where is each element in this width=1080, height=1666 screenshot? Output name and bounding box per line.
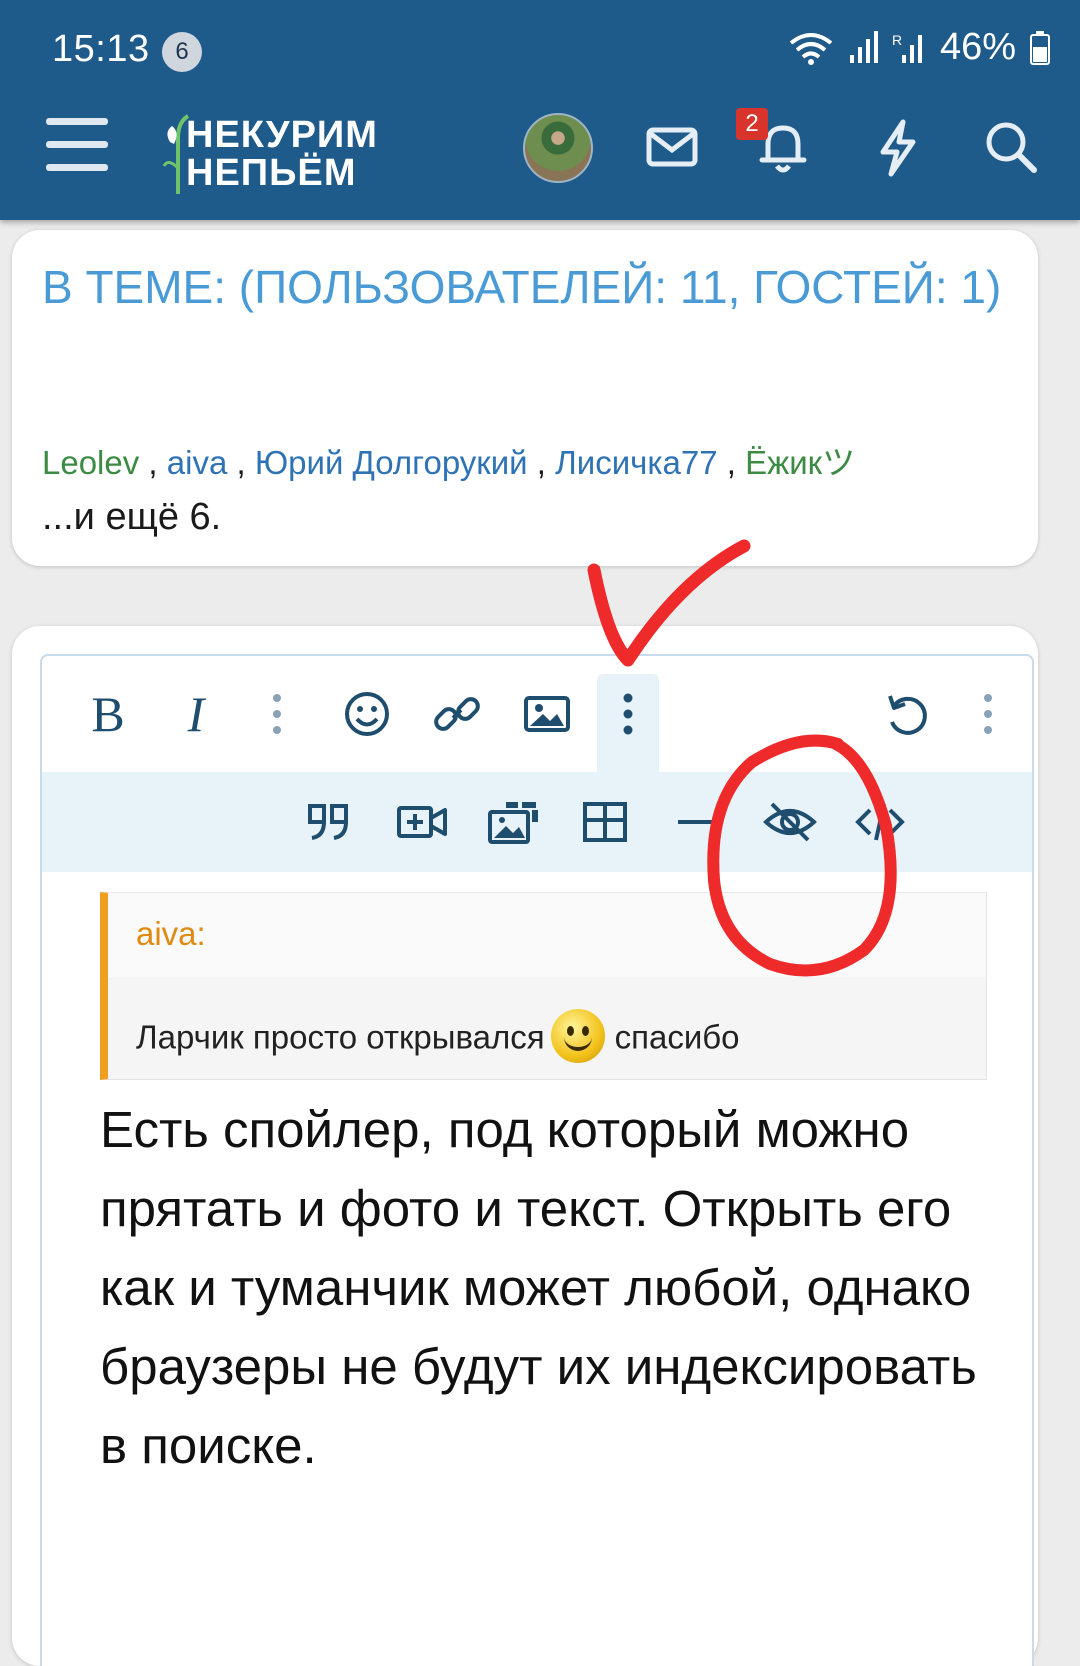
quote-text: Ларчик просто открывался спасибо (136, 1009, 740, 1067)
lightning-icon[interactable] (863, 112, 933, 182)
online-users-more: ...и ещё 6. (42, 496, 222, 538)
quote-text-before: Ларчик просто открывался (136, 1018, 545, 1056)
online-user-link[interactable]: aiva (167, 444, 228, 481)
more-insert-icon[interactable] (598, 684, 658, 744)
horizontal-line-icon[interactable] (666, 792, 726, 852)
list-separator: , (139, 444, 167, 481)
site-logo[interactable]: НЕКУРИМ НЕПЬЁМ (158, 108, 428, 196)
online-users-card: В ТЕМЕ: (ПОЛЬЗОВАТЕЛЕЙ: 11, ГОСТЕЙ: 1) L… (12, 230, 1038, 566)
smiley-emoji-icon (550, 1009, 605, 1063)
quote-block: aiva: Ларчик просто открывался спасибо (100, 892, 987, 1080)
search-icon[interactable] (976, 112, 1046, 182)
online-users-title: В ТЕМЕ: (ПОЛЬЗОВАТЕЛЕЙ: 11, ГОСТЕЙ: 1) (42, 261, 1002, 313)
user-avatar[interactable] (523, 113, 593, 183)
bold-button[interactable]: B (78, 684, 138, 744)
image-icon[interactable] (517, 684, 577, 744)
link-icon[interactable] (427, 684, 487, 744)
quote-header: aiva: (108, 893, 986, 977)
gallery-icon[interactable] (484, 792, 544, 852)
mail-icon[interactable] (637, 112, 707, 182)
signal-roaming-icon: R (892, 32, 922, 63)
battery-percent: 46% (939, 26, 1016, 68)
smiley-icon[interactable] (337, 684, 397, 744)
code-icon[interactable] (850, 792, 910, 852)
online-user-link[interactable]: Leolev (42, 444, 139, 481)
italic-button[interactable]: I (166, 684, 226, 744)
reply-card: B I aiva: Ларчик просто открывался спаси… (12, 626, 1038, 1666)
editor-toolbar-insert (42, 772, 1032, 872)
battery-icon (1030, 30, 1050, 65)
svg-text:R: R (892, 32, 902, 48)
spoiler-icon[interactable] (760, 792, 820, 852)
logo-text-line2: НЕПЬЁМ (186, 152, 357, 194)
undo-icon[interactable] (878, 684, 938, 744)
online-user-link[interactable]: Ёжикツ (745, 444, 855, 481)
logo-text-line1: НЕКУРИМ (186, 114, 378, 156)
rich-text-editor: B I aiva: Ларчик просто открывался спаси… (40, 654, 1034, 1666)
list-separator: , (717, 444, 746, 481)
more-options-icon[interactable] (958, 684, 1018, 744)
quote-text-after: спасибо (614, 1018, 740, 1056)
list-separator: , (227, 444, 255, 481)
online-user-link[interactable]: Юрий Долгорукий (255, 444, 528, 481)
status-notification-badge: 6 (162, 32, 202, 72)
quote-author[interactable]: aiva: (136, 915, 206, 953)
status-icons: R 46% (788, 26, 1050, 69)
list-separator: , (527, 444, 556, 481)
online-user-link[interactable]: Лисичка77 (555, 444, 717, 481)
wifi-icon (789, 32, 833, 65)
app-header: 15:13 6 R 46% НЕКУРИМ НЕПЬЁМ 2 (0, 0, 1080, 220)
media-icon[interactable] (392, 792, 452, 852)
alerts-count-badge: 2 (736, 108, 768, 140)
more-text-icon[interactable] (247, 684, 307, 744)
status-time: 15:13 (52, 28, 150, 70)
table-icon[interactable] (575, 792, 635, 852)
editor-content[interactable]: Есть спойлер, под который можно прятать … (100, 1090, 1000, 1485)
quote-icon[interactable] (300, 792, 360, 852)
hamburger-menu-icon[interactable] (46, 118, 108, 178)
online-users-list: Leolev , aiva , Юрий Долгорукий , Лисичк… (42, 436, 855, 484)
signal-icon (849, 30, 878, 63)
editor-toolbar-primary: B I (42, 656, 1032, 772)
